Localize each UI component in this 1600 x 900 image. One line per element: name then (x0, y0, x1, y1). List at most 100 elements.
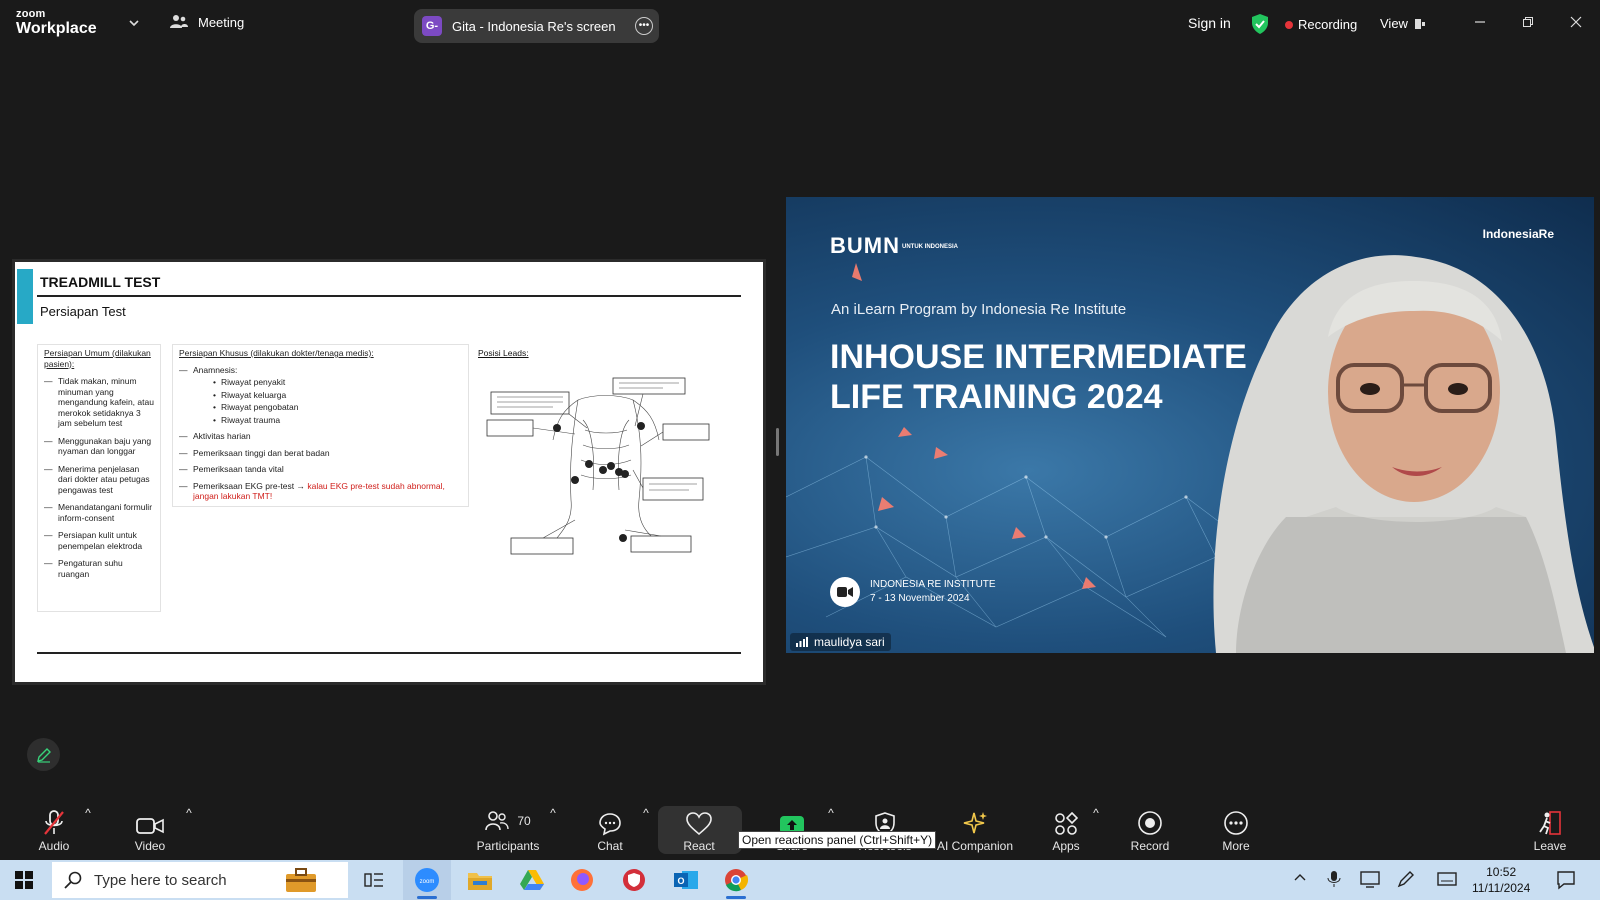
special-prep-box: Persiapan Khusus (dilakukan dokter/tenag… (172, 344, 469, 507)
program-caption: An iLearn Program by Indonesia Re Instit… (831, 301, 1127, 318)
chat-icon (599, 813, 621, 836)
view-layout-icon (1414, 18, 1425, 29)
bumn-small-text: UNTUK INDONESIA (902, 243, 959, 250)
bumn-logo: BUMN UNTUK INDONESIA (830, 233, 958, 259)
participants-options-chevron-icon[interactable]: ^ (547, 806, 559, 820)
recording-indicator[interactable]: Recording (1285, 17, 1357, 32)
participant-count: 70 (517, 814, 531, 828)
sub-list-item: Riwayat penyakit (213, 377, 462, 388)
sub-list-item: Riwayat pengobatan (213, 402, 462, 413)
meeting-menu[interactable]: Meeting (170, 14, 244, 30)
slide-subtitle: Persiapan Test (40, 304, 126, 319)
task-view-icon[interactable] (360, 866, 388, 894)
sign-in-link[interactable]: Sign in (1188, 15, 1231, 31)
file-explorer-icon[interactable] (466, 866, 494, 894)
list-item: Pemeriksaan tinggi dan berat badan (179, 448, 462, 459)
audio-options-chevron-icon[interactable]: ^ (82, 806, 94, 820)
signal-strength-icon (796, 637, 808, 647)
outlook-icon[interactable]: O (672, 866, 700, 894)
briefcase-icon (286, 868, 316, 892)
zoom-window: zoom Workplace Meeting G- Gita - Indones… (0, 0, 1600, 900)
pen-icon[interactable] (1397, 870, 1415, 888)
participants-icon (485, 811, 510, 831)
microphone-icon[interactable] (1327, 870, 1341, 888)
zoom-workplace-logo[interactable]: zoom Workplace (16, 9, 112, 37)
keyboard-icon[interactable] (1437, 870, 1457, 888)
participant-video-feed (1213, 255, 1594, 653)
slide-accent-bar (17, 269, 33, 324)
video-camera-icon (830, 577, 860, 607)
list-item: Menerima penjelasan dari dokter atau pet… (44, 464, 154, 496)
security-shield-icon[interactable] (1250, 13, 1270, 35)
view-menu[interactable]: View (1380, 16, 1426, 31)
more-options-icon[interactable]: ••• (635, 17, 653, 35)
chrome-icon[interactable] (722, 866, 750, 899)
chevron-down-icon[interactable] (128, 17, 140, 29)
close-icon[interactable] (1566, 12, 1586, 32)
participants-label: Participants (476, 839, 540, 853)
display-icon[interactable] (1360, 870, 1380, 888)
windows-taskbar: Type here to search zoom O 10:52 11/11/2… (0, 860, 1600, 900)
view-label: View (1380, 16, 1408, 31)
svg-text:zoom: zoom (420, 879, 435, 885)
logo-line2: Workplace (16, 20, 97, 37)
meeting-label: Meeting (198, 14, 245, 30)
reactions-tooltip: Open reactions panel (Ctrl+Shift+Y) (738, 831, 937, 849)
participant-name: maulidya sari (814, 635, 885, 649)
meeting-stage: TREADMILL TEST Persiapan Test Persiapan … (0, 48, 1600, 798)
general-prep-heading: Persiapan Umum (dilakukan pasien): (44, 348, 151, 369)
slide-bottom-rule (37, 652, 741, 654)
participant-video-tile[interactable]: BUMN UNTUK INDONESIA IndonesiaRe An iLear… (786, 197, 1594, 653)
participants-button[interactable]: 70 Participants (456, 806, 560, 853)
list-item: Aktivitas harian (179, 431, 462, 442)
google-drive-icon[interactable] (518, 866, 546, 894)
title-bar: zoom Workplace Meeting G- Gita - Indones… (0, 0, 1600, 48)
zoom-app-icon[interactable]: zoom (413, 866, 441, 899)
event-details: INDONESIA RE INSTITUTE 7 - 13 November 2… (870, 578, 996, 606)
taskbar-search-box[interactable]: Type here to search (52, 862, 348, 898)
ekg-label: Pemeriksaan EKG pre-test → (193, 480, 305, 491)
anamnesis-label: Anamnesis: (193, 364, 238, 375)
notifications-icon[interactable] (1556, 870, 1576, 890)
video-label: Video (134, 839, 166, 853)
react-button-highlight (658, 806, 742, 854)
list-item: Pengaturan suhu ruangan (44, 558, 154, 579)
security-app-icon[interactable] (620, 866, 648, 894)
taskbar-clock[interactable]: 10:52 11/11/2024 (1472, 864, 1530, 896)
sub-list-item: Riwayat keluarga (213, 390, 462, 401)
minimize-icon[interactable] (1470, 12, 1490, 32)
bumn-text: BUMN (830, 233, 900, 258)
video-options-chevron-icon[interactable]: ^ (183, 806, 195, 820)
annotate-pencil-icon[interactable] (27, 738, 60, 771)
screen-share-indicator[interactable]: G- Gita - Indonesia Re's screen ••• (414, 9, 659, 43)
recording-dot-icon (1285, 20, 1293, 29)
audio-label: Audio (38, 839, 70, 853)
meeting-toolbar: Audio ^ Video ^ 70 Participants ^ Chat ^ (0, 798, 1600, 860)
video-camera-icon (136, 818, 164, 834)
clock-time: 10:52 (1486, 865, 1517, 879)
logo-line1: zoom (16, 8, 46, 20)
firefox-icon[interactable] (568, 866, 596, 894)
show-hidden-icons-chevron-icon[interactable] (1293, 870, 1307, 884)
split-view-handle[interactable] (776, 428, 779, 456)
list-item: Menggunakan baju yang nyaman dan longgar (44, 436, 154, 457)
windows-start-icon[interactable] (15, 871, 33, 889)
recording-label: Recording (1298, 17, 1358, 32)
leads-label: Posisi Leads: (478, 348, 529, 358)
list-item: Pemeriksaan EKG pre-test → kalau EKG pre… (179, 481, 462, 502)
list-item: Tidak makan, minum minuman yang mengandu… (44, 376, 154, 429)
event-dates: 7 - 13 November 2024 (870, 593, 970, 604)
participant-name-tag: maulidya sari (790, 633, 891, 651)
shared-screen[interactable]: TREADMILL TEST Persiapan Test Persiapan … (12, 259, 766, 685)
list-item: Menandatangani formulir inform-consent (44, 502, 154, 523)
people-icon (170, 15, 188, 28)
event-org: INDONESIA RE INSTITUTE (870, 579, 996, 590)
restore-icon[interactable] (1518, 12, 1538, 32)
chat-options-chevron-icon[interactable]: ^ (640, 806, 652, 820)
microphone-muted-icon (44, 810, 64, 835)
video-button[interactable]: Video (110, 806, 190, 853)
list-item: Persiapan kulit untuk penempelan elektro… (44, 530, 154, 551)
chat-button[interactable]: Chat (570, 806, 650, 853)
search-icon (64, 871, 82, 889)
svg-text:O: O (677, 876, 684, 886)
